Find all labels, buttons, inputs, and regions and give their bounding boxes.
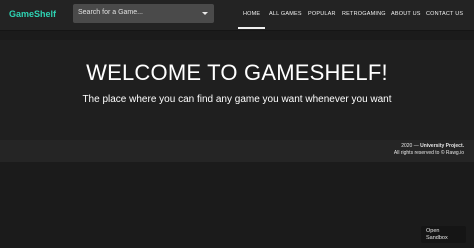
nav-home[interactable]: HOME — [243, 11, 260, 17]
nav-about-us[interactable]: ABOUT US — [391, 11, 421, 17]
hero-subtitle: The place where you can find any game yo… — [82, 94, 392, 105]
nav-popular[interactable]: POPULAR — [308, 11, 336, 17]
nav-retrogaming[interactable]: RETROGAMING — [342, 11, 386, 17]
brand-logo[interactable]: GameShelf — [9, 9, 56, 19]
search-placeholder: Search for a Game... — [78, 9, 143, 16]
footer: 2020 — University Project. All rights re… — [0, 140, 474, 162]
footer-project: University Project. — [420, 143, 464, 149]
game-search-select[interactable]: Search for a Game... — [73, 4, 214, 23]
hero-section: WELCOME TO GAMESHELF! The place where yo… — [0, 40, 474, 140]
top-navbar: GameShelf Search for a Game... HOME ALL … — [0, 0, 474, 31]
hero-title: WELCOME TO GAMESHELF! — [86, 60, 388, 85]
footer-rights: All rights reserved to © Rawg.io — [393, 150, 464, 156]
nav-all-games[interactable]: ALL GAMES — [269, 11, 302, 17]
nav-contact-us[interactable]: CONTACT US — [426, 11, 463, 17]
footer-year: 2020 — — [401, 143, 419, 149]
chevron-down-icon — [202, 12, 208, 15]
footer-credits: 2020 — University Project. — [401, 143, 464, 149]
nav-active-indicator — [238, 27, 265, 29]
open-sandbox-label: Open Sandbox — [426, 228, 448, 241]
open-sandbox-button[interactable]: Open Sandbox — [421, 226, 466, 243]
